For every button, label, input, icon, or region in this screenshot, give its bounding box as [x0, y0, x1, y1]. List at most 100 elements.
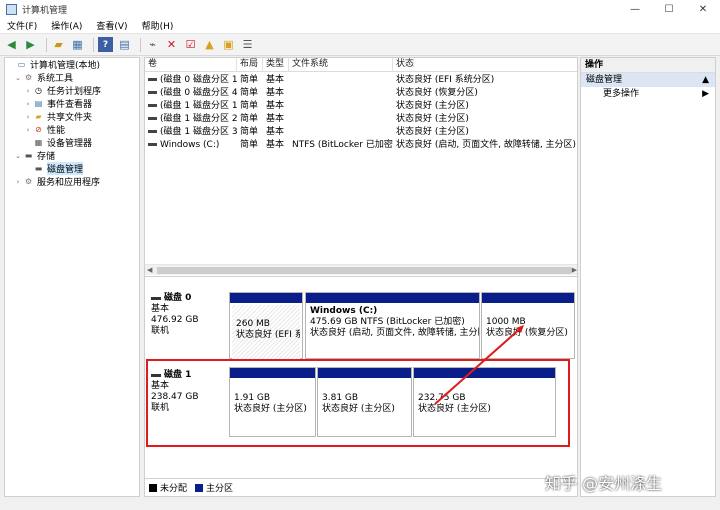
menu-file[interactable]: 文件(F) — [0, 19, 44, 32]
help-icon[interactable]: ? — [98, 37, 113, 52]
column-layout[interactable]: 布局 — [237, 58, 263, 72]
disk-icon — [151, 297, 161, 300]
volume-list-header: 卷 布局 类型 文件系统 状态 — [145, 58, 577, 72]
column-type[interactable]: 类型 — [263, 58, 289, 72]
collapse-up-icon[interactable]: ▲ — [702, 73, 709, 87]
actions-pane: 操作 磁盘管理 ▲ 更多操作 ▶ — [580, 57, 716, 497]
up-folder-icon[interactable]: ▰ — [51, 37, 66, 52]
tree-item-device-manager[interactable]: ▦ 设备管理器 — [5, 136, 139, 149]
menu-help[interactable]: 帮助(H) — [135, 19, 181, 32]
volume-icon — [148, 130, 157, 133]
clock-icon: ◷ — [35, 86, 42, 95]
partition-bar — [230, 293, 302, 303]
table-row[interactable]: (磁盘 0 磁盘分区 4) 简单 基本 状态良好 (恢复分区) — [145, 87, 577, 100]
expand-icon[interactable]: › — [23, 87, 33, 95]
disk-0-partition-windows[interactable]: Windows (C:) 475.69 GB NTFS (BitLocker 已… — [305, 292, 480, 359]
primary-swatch — [195, 483, 204, 492]
shared-folder-icon: ▰ — [35, 112, 42, 121]
collapse-icon[interactable]: ⌄ — [13, 74, 23, 82]
expand-icon[interactable]: › — [23, 126, 33, 134]
check-icon[interactable]: ☑ — [183, 37, 198, 52]
back-arrow-icon[interactable]: ◀ — [4, 37, 19, 52]
volume-icon — [148, 78, 157, 81]
table-row[interactable]: (磁盘 0 磁盘分区 1) 简单 基本 状态良好 (EFI 系统分区) — [145, 74, 577, 87]
toolbar-separator — [46, 37, 47, 52]
volume-icon — [148, 104, 157, 107]
computer-management-icon — [6, 3, 17, 15]
expand-icon[interactable]: › — [23, 113, 33, 121]
action-group-disk-management[interactable]: 磁盘管理 ▲ — [581, 73, 715, 87]
tree-item-system-tools[interactable]: ⌄ ⚙ 系统工具 — [5, 71, 139, 84]
collapse-icon[interactable]: ⌄ — [13, 152, 23, 160]
legend-primary: 主分区 — [195, 481, 233, 494]
services-icon: ⚙ — [24, 177, 33, 186]
tools-icon: ⚙ — [24, 73, 33, 82]
expand-icon[interactable]: › — [23, 100, 33, 108]
annotation-box — [146, 359, 570, 447]
navigation-tree: ▭ 计算机管理(本地) ⌄ ⚙ 系统工具 › ◷ 任务计划程序 › ▤ 事件查看… — [4, 57, 140, 497]
connect-icon[interactable]: ⌁ — [145, 37, 160, 52]
table-row[interactable]: (磁盘 1 磁盘分区 1) 简单 基本 状态良好 (主分区) — [145, 100, 577, 113]
watermark: 知乎 @安州涤生 — [545, 474, 663, 493]
tree-item-shared-folders[interactable]: › ▰ 共享文件夹 — [5, 110, 139, 123]
disk-0-partition-efi[interactable]: 260 MB 状态良好 (EFI 系统 — [229, 292, 303, 360]
disk-0-label[interactable]: 磁盘 0 基本 476.92 GB 联机 — [151, 293, 199, 337]
show-hide-tree-icon[interactable]: ▦ — [70, 37, 85, 52]
device-manager-icon: ▦ — [34, 138, 43, 147]
disk-management-icon: ▬ — [34, 164, 43, 173]
toolbar-separator — [93, 37, 94, 52]
unallocated-swatch — [149, 483, 157, 492]
legend-unallocated: 未分配 — [149, 481, 187, 494]
tree-item-root[interactable]: ▭ 计算机管理(本地) — [5, 58, 139, 71]
volume-icon — [148, 143, 157, 146]
delete-icon[interactable]: ✕ — [164, 37, 179, 52]
list-view-icon[interactable]: ☰ — [240, 37, 255, 52]
scrollbar-thumb[interactable] — [157, 267, 571, 274]
properties-icon[interactable]: ▤ — [117, 37, 132, 52]
tree-item-task-scheduler[interactable]: › ◷ 任务计划程序 — [5, 84, 139, 97]
title-bar: 计算机管理 — ☐ ✕ — [0, 0, 720, 18]
horizontal-scrollbar[interactable]: ◀ ▶ — [145, 264, 577, 276]
close-button[interactable]: ✕ — [686, 0, 720, 18]
status-bar — [0, 499, 720, 510]
volume-list: (磁盘 0 磁盘分区 1) 简单 基本 状态良好 (EFI 系统分区) (磁盘 … — [145, 74, 577, 152]
computer-icon: ▭ — [17, 60, 26, 69]
scroll-right-icon[interactable]: ▶ — [572, 265, 577, 276]
scroll-left-icon[interactable]: ◀ — [147, 265, 152, 276]
chevron-right-icon: ▶ — [702, 89, 709, 99]
tree-item-disk-management[interactable]: ▬ 磁盘管理 — [5, 162, 139, 175]
more-actions[interactable]: 更多操作 ▶ — [581, 87, 715, 101]
maximize-button[interactable]: ☐ — [652, 0, 686, 18]
disk-0-partition-recovery[interactable]: 1000 MB 状态良好 (恢复分区) — [481, 292, 575, 359]
folder-add-icon[interactable]: ▲ — [202, 37, 217, 52]
table-row[interactable]: Windows (C:) 简单 基本 NTFS (BitLocker 已加密) … — [145, 139, 577, 152]
menu-bar: 文件(F) 操作(A) 查看(V) 帮助(H) — [0, 18, 720, 34]
column-volume[interactable]: 卷 — [145, 58, 237, 72]
actions-header: 操作 — [581, 58, 715, 73]
tree-item-storage[interactable]: ⌄ ▬ 存储 — [5, 149, 139, 162]
storage-icon: ▬ — [24, 151, 33, 160]
volume-icon — [148, 91, 157, 94]
table-row[interactable]: (磁盘 1 磁盘分区 3) 简单 基本 状态良好 (主分区) — [145, 126, 577, 139]
search-folder-icon[interactable]: ▣ — [221, 37, 236, 52]
tree-item-event-viewer[interactable]: › ▤ 事件查看器 — [5, 97, 139, 110]
event-log-icon: ▤ — [34, 99, 43, 108]
column-status[interactable]: 状态 — [393, 58, 577, 72]
toolbar: ◀ ▶ ▰ ▦ ? ▤ ⌁ ✕ ☑ ▲ ▣ ☰ — [0, 34, 720, 56]
menu-view[interactable]: 查看(V) — [89, 19, 134, 32]
minimize-button[interactable]: — — [618, 0, 652, 18]
partition-bar — [482, 293, 574, 303]
partition-bar — [306, 293, 479, 303]
expand-icon[interactable]: › — [13, 178, 23, 186]
forward-arrow-icon[interactable]: ▶ — [23, 37, 38, 52]
toolbar-separator — [140, 37, 141, 52]
menu-action[interactable]: 操作(A) — [44, 19, 89, 32]
tree-item-services[interactable]: › ⚙ 服务和应用程序 — [5, 175, 139, 188]
column-filesystem[interactable]: 文件系统 — [289, 58, 393, 72]
table-row[interactable]: (磁盘 1 磁盘分区 2) 简单 基本 状态良好 (主分区) — [145, 113, 577, 126]
tree-item-performance[interactable]: › ⊘ 性能 — [5, 123, 139, 136]
volume-icon — [148, 117, 157, 120]
partition-legend: 未分配 主分区 — [144, 478, 578, 497]
window-title: 计算机管理 — [22, 5, 68, 16]
performance-icon: ⊘ — [35, 125, 42, 134]
